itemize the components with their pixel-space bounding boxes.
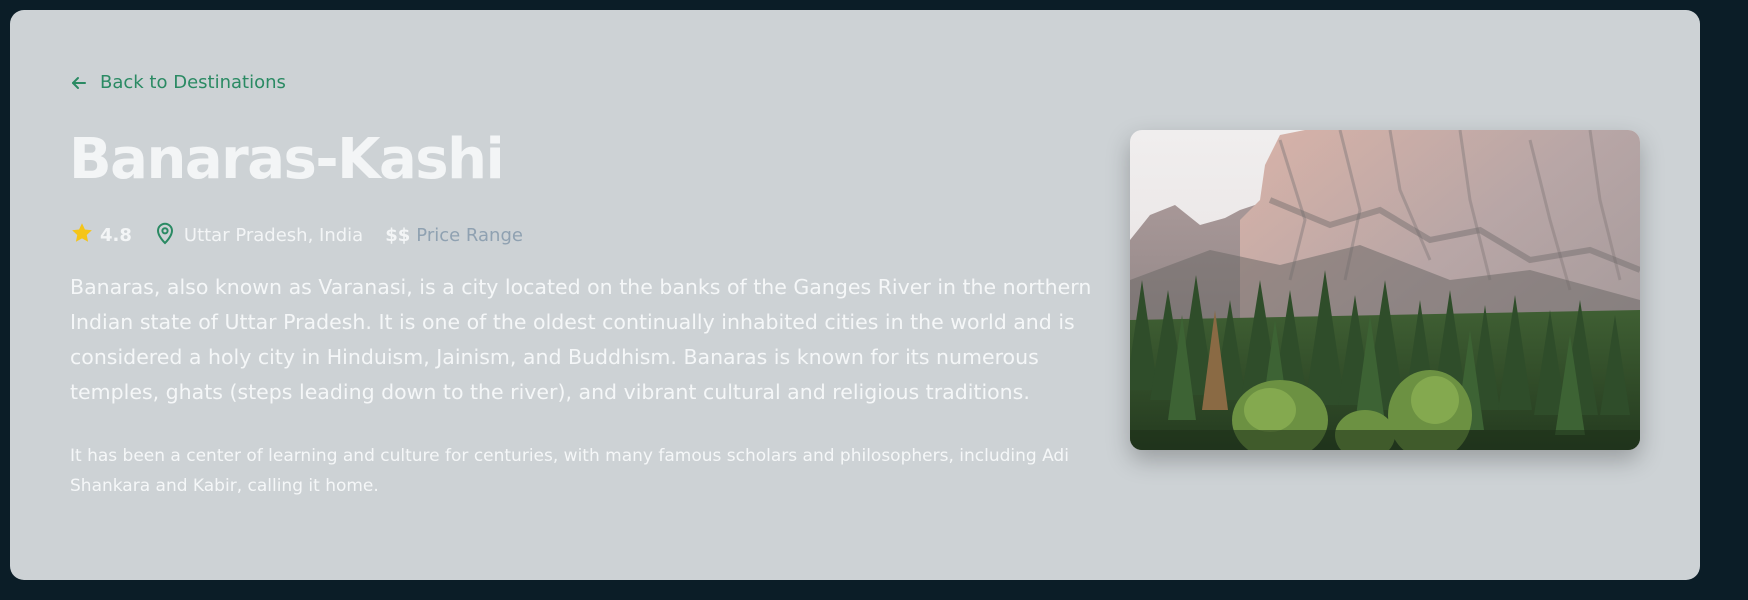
price-range-label: Price Range [416, 225, 523, 246]
destination-description: Banaras, also known as Varanasi, is a ci… [70, 275, 1092, 404]
rating-group: 4.8 [70, 221, 132, 250]
price-symbol: $$ [385, 225, 411, 246]
arrow-left-icon [70, 74, 88, 92]
back-to-destinations-link[interactable]: Back to Destinations [70, 72, 286, 93]
map-pin-icon [154, 221, 176, 250]
back-link-label: Back to Destinations [100, 72, 286, 93]
destination-card: Back to Destinations Banaras-Kashi 4.8 U… [10, 10, 1700, 580]
destination-meta: 4.8 Uttar Pradesh, India $$ Price Range [70, 221, 523, 250]
star-icon [70, 221, 94, 250]
destination-description-secondary: It has been a center of learning and cul… [70, 446, 1069, 496]
destination-photo [1130, 130, 1640, 450]
location-group: Uttar Pradesh, India [132, 221, 363, 250]
price-group: $$ Price Range [363, 225, 523, 246]
destination-title: Banaras-Kashi [69, 127, 505, 192]
rating-value: 4.8 [100, 225, 132, 246]
location-text: Uttar Pradesh, India [183, 225, 364, 246]
